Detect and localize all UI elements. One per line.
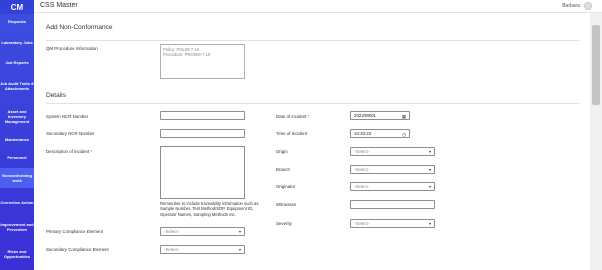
branch-label: Branch xyxy=(276,167,290,172)
sidebar-item-job-audit-trails[interactable]: Job Audit Trails & Attachments xyxy=(0,75,34,97)
sidebar-item-job-reports[interactable]: Job Reports xyxy=(0,56,34,69)
sidebar-item-personnel[interactable]: Personnel xyxy=(0,151,34,164)
sidebar-item-corrective-action[interactable]: Corrective Action xyxy=(0,194,34,210)
description-helper-text: Remember to include traceability informa… xyxy=(160,201,259,217)
chevron-down-icon xyxy=(239,230,241,233)
scrollbar-thumb[interactable] xyxy=(592,25,600,105)
branch-value: -Select- xyxy=(354,167,370,172)
clock-icon[interactable]: ◷ xyxy=(402,131,406,138)
date-of-incident-value: 2022/09/01 xyxy=(354,113,376,118)
app-title: CSS Master xyxy=(40,2,78,9)
date-of-incident-label-text: Date of incident xyxy=(276,114,308,119)
system-ncr-input[interactable] xyxy=(160,111,245,120)
branch-select[interactable]: -Select- xyxy=(350,165,435,174)
description-label: Description of incident * xyxy=(46,149,92,154)
time-of-incident-value: 10:33:23 xyxy=(354,131,372,136)
app-logo[interactable]: CM xyxy=(0,0,34,14)
divider xyxy=(46,40,580,41)
chevron-down-icon xyxy=(429,168,431,171)
secondary-compliance-label: Secondary Compliance Element xyxy=(46,247,109,252)
sidebar-item-risks-opportunities[interactable]: Risks and Opportunities xyxy=(0,246,34,262)
chevron-down-icon xyxy=(429,222,431,225)
sidebar-item-asset-inventory[interactable]: Asset and Inventory Management xyxy=(0,105,34,127)
primary-compliance-value: -Select- xyxy=(164,229,180,234)
date-of-incident-input[interactable]: 2022/09/01 ▦ xyxy=(350,111,410,120)
originator-select[interactable]: -Select- xyxy=(350,182,435,191)
originator-value: -Select- xyxy=(354,184,370,189)
sidebar-item-improvement-preventive[interactable]: Improvement and Preventive xyxy=(0,216,34,238)
time-of-incident-input[interactable]: 10:33:23 ◷ xyxy=(350,129,410,138)
main-content: Add Non-Conformance QM Procedure Informa… xyxy=(34,13,590,270)
severity-value: -Select- xyxy=(354,221,370,226)
date-of-incident-label: Date of incident * xyxy=(276,114,309,119)
qm-procedure-box: Policy: POL08-7.10 Procedure: PRO008-7.1… xyxy=(160,44,245,79)
divider xyxy=(46,103,580,104)
page-title: Add Non-Conformance xyxy=(46,24,113,31)
witnesses-input[interactable] xyxy=(350,200,435,209)
qm-procedure-label: QM Procedure Information xyxy=(46,46,98,51)
sidebar-item-maintenance[interactable]: Maintenance xyxy=(0,133,34,146)
qm-procedure-text: Procedure: PRO008-7.10 xyxy=(163,52,211,58)
required-mark: * xyxy=(90,149,93,154)
chevron-down-icon xyxy=(429,185,431,188)
primary-compliance-select[interactable]: -Select- xyxy=(160,227,245,236)
user-name[interactable]: Barbara xyxy=(562,3,580,9)
details-section-title: Details xyxy=(46,92,66,99)
secondary-compliance-value: -Select- xyxy=(164,247,180,252)
origin-label: Origin xyxy=(276,149,288,154)
top-bar: CSS Master Barbara xyxy=(34,0,602,13)
description-label-text: Description of incident xyxy=(46,149,91,154)
origin-value: -Select- xyxy=(354,149,370,154)
witnesses-label: Witnesses xyxy=(276,202,297,207)
time-of-incident-label: Time of Incident xyxy=(276,131,308,136)
sidebar: CM Requests Laboratory Jobs Job Reports … xyxy=(0,0,34,270)
page-scrollbar[interactable] xyxy=(590,13,602,270)
severity-select[interactable]: -Select- xyxy=(350,219,435,228)
secondary-ncr-label: Secondary NCR Number xyxy=(46,131,95,136)
chevron-down-icon xyxy=(239,248,241,251)
origin-select[interactable]: -Select- xyxy=(350,147,435,156)
severity-label: Severity xyxy=(276,221,292,226)
primary-compliance-label: Primary Compliance Element xyxy=(46,229,103,234)
avatar[interactable] xyxy=(584,2,592,10)
secondary-compliance-select[interactable]: -Select- xyxy=(160,245,245,254)
originator-label: Originator xyxy=(276,184,296,189)
calendar-icon[interactable]: ▦ xyxy=(402,113,406,120)
required-mark: * xyxy=(307,114,310,119)
sidebar-item-nonconforming-work[interactable]: Nonconforming work xyxy=(0,168,34,188)
chevron-down-icon xyxy=(429,150,431,153)
system-ncr-label: System NCR Number xyxy=(46,114,89,119)
sidebar-item-requests[interactable]: Requests xyxy=(0,15,34,28)
description-textarea[interactable] xyxy=(160,146,245,199)
secondary-ncr-input[interactable] xyxy=(160,129,245,138)
sidebar-item-laboratory-jobs[interactable]: Laboratory Jobs xyxy=(0,34,34,50)
